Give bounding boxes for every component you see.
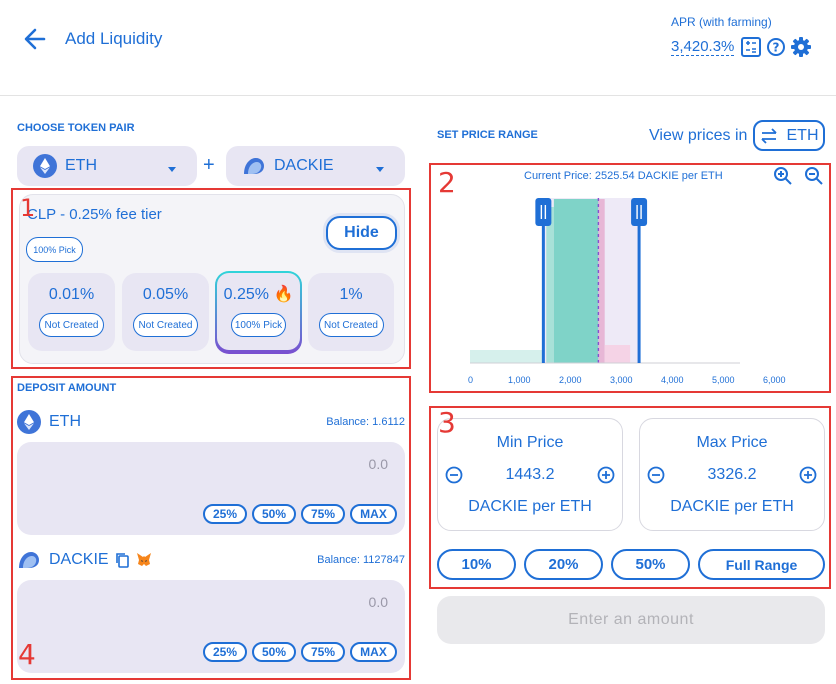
annotation-box-1 <box>11 188 411 369</box>
help-icon[interactable]: ? <box>766 37 786 57</box>
calculator-icon[interactable] <box>741 37 761 57</box>
view-token-symbol: ETH <box>786 126 819 144</box>
annotation-number-3: 3 <box>438 406 456 439</box>
annotation-box-3 <box>429 406 831 589</box>
token-b-symbol: DACKIE <box>274 157 334 174</box>
annotation-number-1: 1 <box>20 194 36 222</box>
token-a-symbol: ETH <box>65 157 97 174</box>
header-divider <box>0 95 836 96</box>
token-a-select[interactable]: ETH <box>17 146 197 186</box>
back-arrow-icon[interactable] <box>22 26 48 52</box>
eth-icon <box>33 154 57 178</box>
settings-gear-icon[interactable] <box>790 36 812 58</box>
plus-sign: + <box>203 154 215 176</box>
apr-label: APR (with farming) <box>671 15 772 29</box>
enter-amount-button[interactable]: Enter an amount <box>437 596 825 644</box>
page-title: Add Liquidity <box>65 29 163 48</box>
apr-value[interactable]: 3,420.3% <box>671 38 735 56</box>
chevron-down-icon <box>167 161 177 179</box>
dackie-icon <box>242 154 266 178</box>
view-prices-in-label: View prices in <box>649 127 748 144</box>
annotation-number-4: 4 <box>18 638 36 671</box>
annotation-number-2: 2 <box>438 166 456 199</box>
set-price-range-label: SET PRICE RANGE <box>437 129 538 141</box>
view-token-toggle[interactable]: ETH <box>753 120 825 151</box>
choose-token-pair-label: CHOOSE TOKEN PAIR <box>17 122 135 134</box>
chevron-down-icon <box>375 161 385 179</box>
annotation-box-2 <box>429 163 831 393</box>
svg-text:?: ? <box>773 41 780 55</box>
annotation-box-4 <box>11 376 411 680</box>
token-b-select[interactable]: DACKIE <box>226 146 405 186</box>
swap-arrows-icon <box>760 127 778 144</box>
